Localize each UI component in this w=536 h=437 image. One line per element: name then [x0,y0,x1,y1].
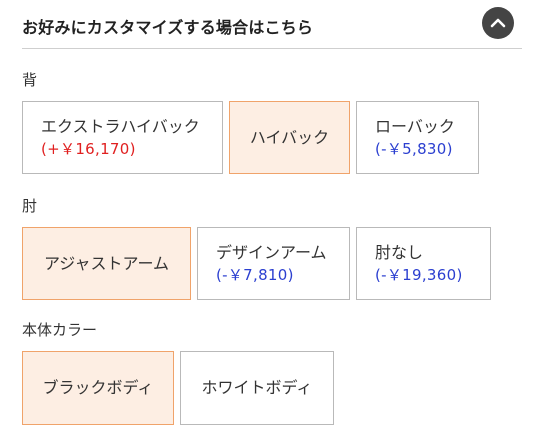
option-price: (-￥5,830) [375,139,453,158]
section-label-arm: 肘 [22,197,38,215]
option-name: デザインアーム [216,242,327,262]
section-label-body-color: 本体カラー [22,321,98,339]
option-name: アジャストアーム [43,253,170,273]
header-title: お好みにカスタマイズする場合はこちら [22,18,314,37]
option-price: (-￥7,810) [216,265,294,284]
option-high-back[interactable]: ハイバック [229,101,350,174]
section-label-back: 背 [22,71,38,89]
option-adjust-arm[interactable]: アジャストアーム [22,227,191,300]
option-low-back[interactable]: ローバック (-￥5,830) [356,101,479,174]
option-extra-high-back[interactable]: エクストラハイバック (+￥16,170) [22,101,223,174]
customize-header: お好みにカスタマイズする場合はこちら [22,0,522,49]
option-black-body[interactable]: ブラックボディ [22,351,174,425]
option-name: ブラックボディ [42,378,154,397]
option-price: (+￥16,170) [41,139,136,158]
option-white-body[interactable]: ホワイトボディ [180,351,334,425]
chevron-up-icon [490,18,506,28]
option-no-arm[interactable]: 肘なし (-￥19,360) [356,227,491,300]
collapse-button[interactable] [482,7,514,39]
option-name: ホワイトボディ [201,378,313,397]
option-name: エクストラハイバック [41,116,200,136]
option-design-arm[interactable]: デザインアーム (-￥7,810) [197,227,350,300]
option-name: ローバック [375,116,455,136]
option-price: (-￥19,360) [375,265,463,284]
option-name: ハイバック [249,127,330,147]
option-name: 肘なし [375,242,424,262]
